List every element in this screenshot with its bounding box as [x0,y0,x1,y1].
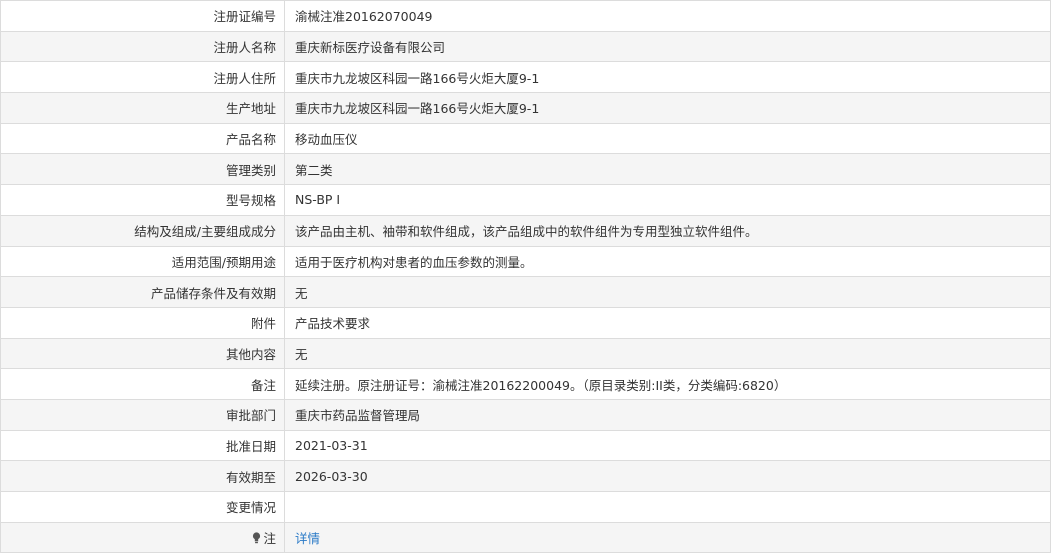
row-label: 产品名称 [0,122,285,155]
row-value: 渝械注准20162070049 [284,0,1051,32]
row-value: 延续注册。原注册证号：渝械注准20162200049。（原目录类别:II类，分类… [284,368,1051,400]
row-value: 2026-03-30 [284,460,1051,492]
row-value: 无 [284,337,1051,370]
note-row: 注 详情 [0,521,1051,554]
row-label: 其他内容 [0,337,285,370]
row-value: 第二类 [284,153,1051,186]
row-value [284,491,1051,523]
row-label: 管理类别 [0,153,285,186]
row-label: 注册人名称 [0,30,285,63]
table-row: 变更情况 [0,491,1051,523]
row-label: 有效期至 [0,460,285,492]
row-label: 附件 [0,306,285,339]
row-label: 结构及组成/主要组成成分 [0,214,285,247]
row-value: 2021-03-31 [284,429,1051,462]
row-value: 产品技术要求 [284,306,1051,339]
table-row: 附件 产品技术要求 [0,306,1051,339]
row-value: 无 [284,276,1051,308]
table-row: 审批部门 重庆市药品监督管理局 [0,398,1051,431]
note-value-cell: 详情 [284,521,1051,554]
registration-detail-table: 注册证编号 渝械注准20162070049 注册人名称 重庆新标医疗设备有限公司… [0,0,1051,554]
row-label: 适用范围/预期用途 [0,245,285,278]
row-value: 重庆市九龙坡区科园一路166号火炬大厦9-1 [284,92,1051,124]
row-value: 重庆新标医疗设备有限公司 [284,30,1051,63]
table-row: 注册人住所 重庆市九龙坡区科园一路166号火炬大厦9-1 [0,61,1051,94]
table-row: 注册人名称 重庆新标医疗设备有限公司 [0,30,1051,63]
note-label: 注 [263,531,276,547]
table-row: 生产地址 重庆市九龙坡区科园一路166号火炬大厦9-1 [0,92,1051,124]
row-label: 变更情况 [0,491,285,523]
note-label-cell: 注 [0,521,285,554]
table-row: 注册证编号 渝械注准20162070049 [0,0,1051,32]
table-row: 产品名称 移动血压仪 [0,122,1051,155]
table-row: 产品储存条件及有效期 无 [0,276,1051,308]
row-label: 注册证编号 [0,0,285,32]
row-value: NS-BP I [284,184,1051,216]
table-row: 适用范围/预期用途 适用于医疗机构对患者的血压参数的测量。 [0,245,1051,278]
table-row: 结构及组成/主要组成成分 该产品由主机、袖带和软件组成，该产品组成中的软件组件为… [0,214,1051,247]
table-row: 其他内容 无 [0,337,1051,370]
row-value: 重庆市药品监督管理局 [284,398,1051,431]
details-link[interactable]: 详情 [295,531,320,546]
row-label: 批准日期 [0,429,285,462]
lightbulb-icon [253,532,261,544]
table-row: 有效期至 2026-03-30 [0,460,1051,492]
table-row: 备注 延续注册。原注册证号：渝械注准20162200049。（原目录类别:II类… [0,368,1051,400]
row-label: 产品储存条件及有效期 [0,276,285,308]
row-value: 适用于医疗机构对患者的血压参数的测量。 [284,245,1051,278]
row-value: 重庆市九龙坡区科园一路166号火炬大厦9-1 [284,61,1051,94]
table-row: 管理类别 第二类 [0,153,1051,186]
row-label: 生产地址 [0,92,285,124]
row-label: 注册人住所 [0,61,285,94]
table-row: 批准日期 2021-03-31 [0,429,1051,462]
row-label: 型号规格 [0,184,285,216]
row-value: 该产品由主机、袖带和软件组成，该产品组成中的软件组件为专用型独立软件组件。 [284,214,1051,247]
table-row: 型号规格 NS-BP I [0,184,1051,216]
row-label: 审批部门 [0,398,285,431]
row-value: 移动血压仪 [284,122,1051,155]
row-label: 备注 [0,368,285,400]
